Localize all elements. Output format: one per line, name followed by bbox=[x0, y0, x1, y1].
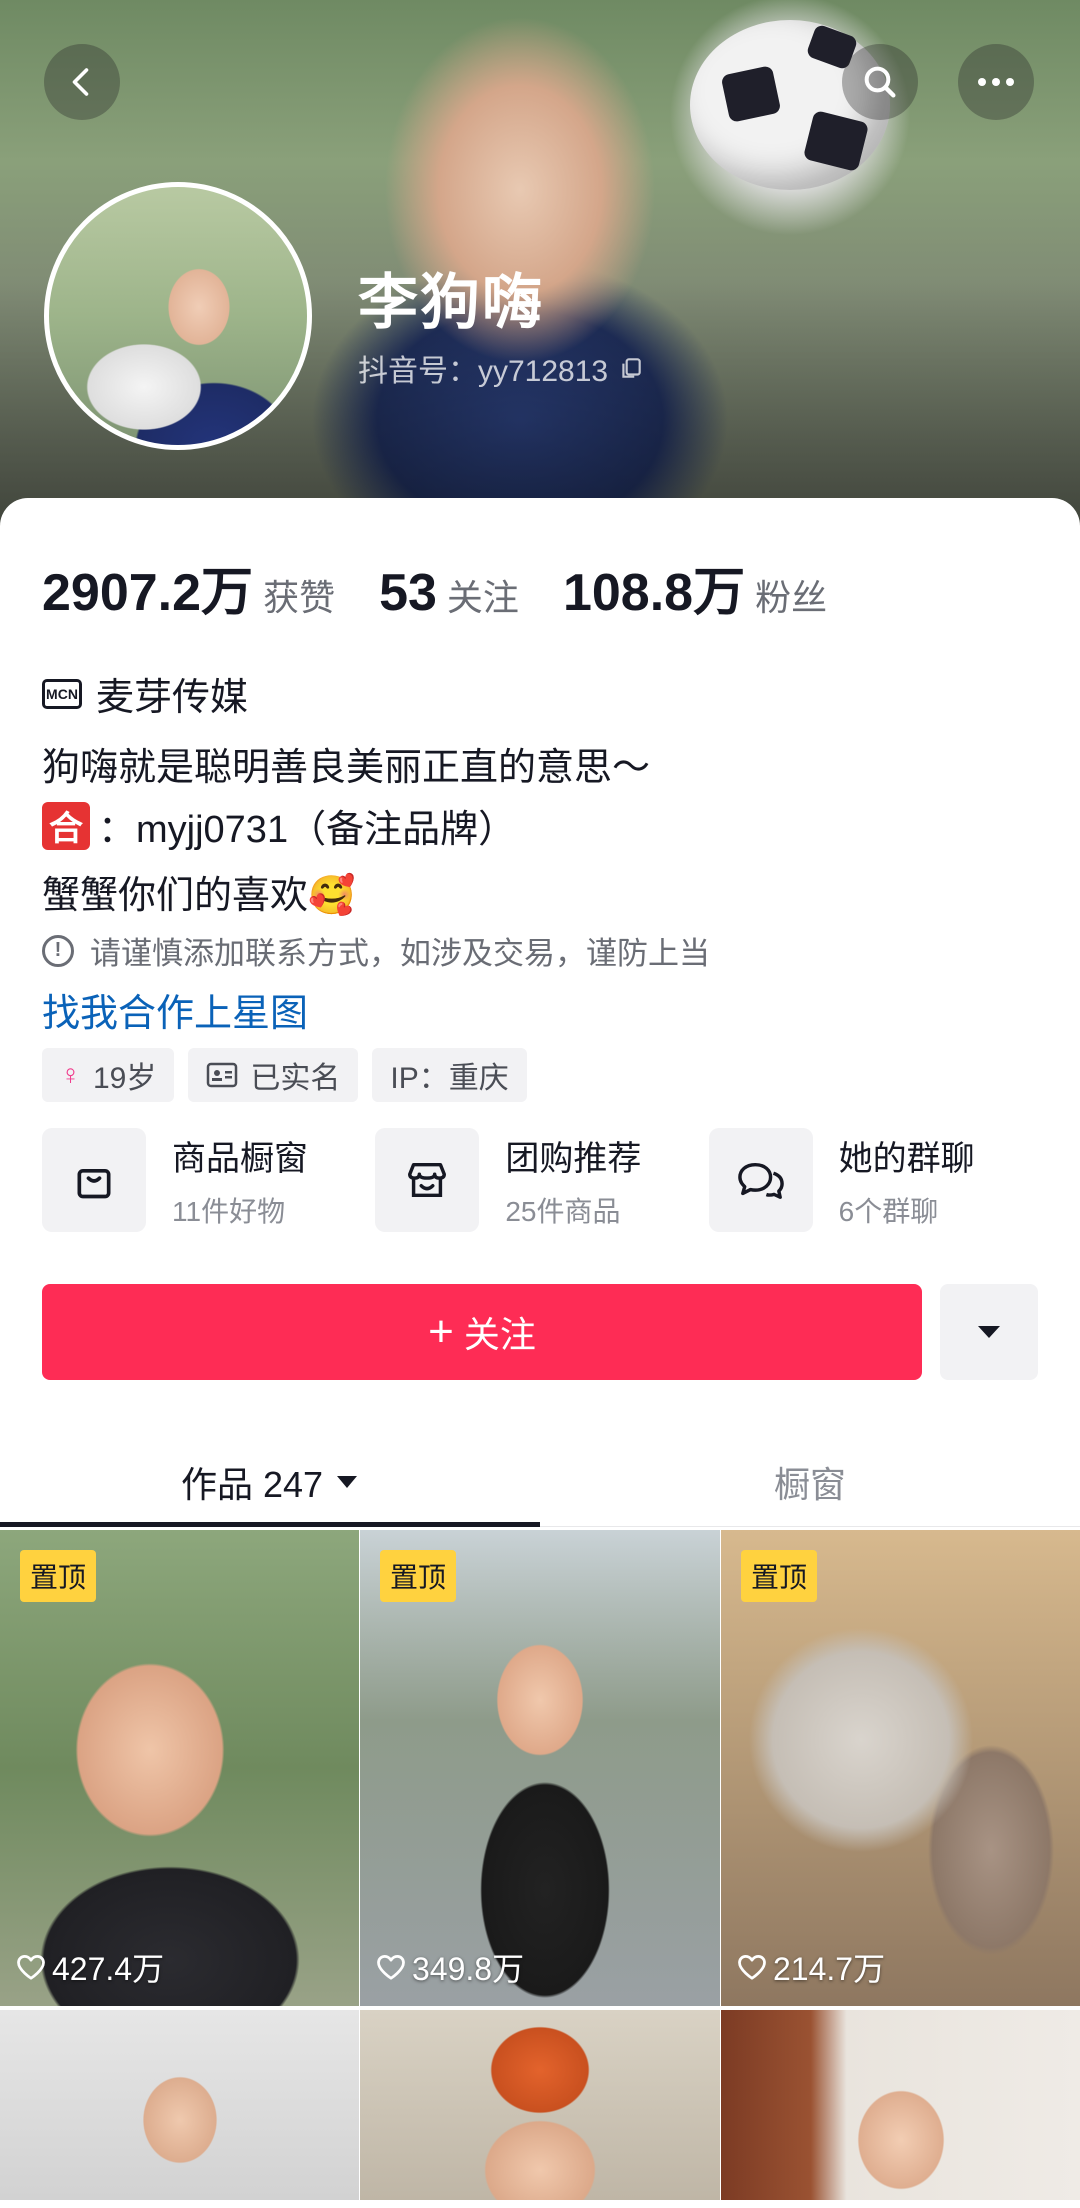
verified-text: 已实名 bbox=[250, 1062, 341, 1095]
mcn-name: 麦芽传媒 bbox=[96, 677, 249, 719]
service-subtitle: 6个群聊 bbox=[838, 1195, 939, 1227]
heart-outline-icon bbox=[377, 1955, 405, 1980]
age-text: 19岁 bbox=[93, 1062, 157, 1095]
video-thumbnail[interactable] bbox=[0, 2010, 359, 2200]
service-entries: 商品橱窗 11件好物 团购推荐 25件商品 她的群聊 6个群聊 bbox=[42, 1128, 1042, 1232]
pinned-badge: 置顶 bbox=[741, 1550, 818, 1602]
stat-label: 获赞 bbox=[263, 577, 336, 618]
ip-location-tag: IP：重庆 bbox=[372, 1048, 527, 1102]
service-title: 商品橱窗 bbox=[172, 1139, 308, 1178]
stat-number: 108.8万 bbox=[562, 564, 746, 622]
stat-following[interactable]: 53 关注 bbox=[379, 563, 519, 623]
profile-info-card: 2907.2万 获赞 53 关注 108.8万 粉丝 MCN 麦芽传媒 狗嗨就是… bbox=[0, 498, 1080, 2208]
like-count-text: 214.7万 bbox=[773, 1951, 886, 1987]
follow-label: 关注 bbox=[463, 1314, 536, 1355]
group-chat-entry[interactable]: 她的群聊 6个群聊 bbox=[708, 1128, 1042, 1232]
heart-outline-icon bbox=[738, 1955, 766, 1980]
bio-line-1: 狗嗨就是聪明善良美丽正直的意思～ bbox=[42, 747, 651, 789]
age-tag: ♀ 19岁 bbox=[42, 1048, 175, 1102]
mcn-icon: MCN bbox=[42, 678, 82, 709]
female-gender-icon: ♀ bbox=[60, 1059, 81, 1090]
account-id[interactable]: 抖音号：yy712813 bbox=[358, 346, 644, 390]
avatar[interactable] bbox=[44, 182, 312, 450]
warning-circle-icon: ! bbox=[42, 934, 74, 967]
mcn-row[interactable]: MCN 麦芽传媒 bbox=[42, 666, 248, 721]
safety-warning: ! 请谨慎添加联系方式，如涉及交易，谨防上当 bbox=[42, 928, 710, 973]
copy-icon[interactable] bbox=[618, 355, 644, 381]
caret-down-icon bbox=[978, 1326, 1000, 1338]
service-subtitle: 25件商品 bbox=[505, 1195, 621, 1227]
service-title: 团购推荐 bbox=[505, 1139, 642, 1178]
stats-row: 2907.2万 获赞 53 关注 108.8万 粉丝 bbox=[42, 550, 871, 625]
stat-followers[interactable]: 108.8万 粉丝 bbox=[563, 550, 827, 625]
chevron-left-icon bbox=[72, 68, 89, 96]
store-icon bbox=[375, 1128, 480, 1232]
video-thumbnail[interactable]: 置顶 427.4万 bbox=[0, 1530, 359, 2006]
video-thumbnail[interactable] bbox=[360, 2010, 720, 2200]
stat-number: 53 bbox=[379, 564, 437, 622]
more-dots-icon bbox=[978, 78, 1014, 86]
like-count: 427.4万 bbox=[16, 1944, 164, 1990]
bio-line-3: 蟹蟹你们的喜欢🥰 bbox=[42, 875, 356, 917]
stat-label: 粉丝 bbox=[755, 577, 828, 618]
video-grid: 置顶 427.4万 置顶 349.8万 置顶 214.7万 bbox=[0, 1530, 1080, 2200]
service-title: 她的群聊 bbox=[838, 1139, 975, 1178]
xingtu-cooperation-link[interactable]: 找我合作上星图 bbox=[42, 982, 308, 1037]
tab-works-label: 作品 247 bbox=[180, 1464, 324, 1505]
heart-outline-icon bbox=[17, 1955, 45, 1980]
tab-works[interactable]: 作品 247 bbox=[0, 1438, 540, 1527]
group-buy-entry[interactable]: 团购推荐 25件商品 bbox=[375, 1128, 708, 1232]
like-count: 349.8万 bbox=[376, 1944, 524, 1990]
profile-name: 李狗嗨 bbox=[358, 269, 544, 336]
like-count-text: 427.4万 bbox=[52, 1951, 165, 1987]
caret-down-icon bbox=[337, 1476, 358, 1488]
like-count-text: 349.8万 bbox=[412, 1951, 525, 1987]
shop-window-entry[interactable]: 商品橱窗 11件好物 bbox=[42, 1128, 375, 1232]
back-button[interactable] bbox=[44, 44, 120, 120]
follow-button[interactable]: + 关注 bbox=[42, 1284, 922, 1380]
tab-shop-window-label: 橱窗 bbox=[773, 1464, 846, 1505]
search-icon bbox=[864, 66, 896, 98]
chat-bubbles-icon bbox=[708, 1128, 813, 1232]
profile-tags: ♀ 19岁 已实名 IP：重庆 bbox=[42, 1048, 527, 1102]
id-card-icon bbox=[207, 1062, 238, 1088]
shopping-bag-icon bbox=[42, 1128, 146, 1232]
tab-shop-window[interactable]: 橱窗 bbox=[540, 1438, 1080, 1526]
stat-number: 2907.2万 bbox=[42, 564, 254, 622]
content-tabs: 作品 247 橱窗 bbox=[0, 1438, 1080, 1527]
pinned-badge: 置顶 bbox=[20, 1550, 97, 1602]
more-options-button[interactable] bbox=[958, 44, 1034, 120]
service-subtitle: 11件好物 bbox=[172, 1195, 286, 1227]
like-count: 214.7万 bbox=[737, 1944, 885, 1990]
video-thumbnail[interactable] bbox=[721, 2010, 1080, 2200]
recommend-dropdown-button[interactable] bbox=[940, 1284, 1038, 1380]
stat-likes[interactable]: 2907.2万 获赞 bbox=[42, 550, 335, 625]
ip-text: IP：重庆 bbox=[390, 1062, 509, 1095]
search-button[interactable] bbox=[842, 44, 918, 120]
bio-contact-text: ：myjj0731（备注品牌） bbox=[98, 809, 517, 851]
warning-text: 请谨慎添加联系方式，如涉及交易，谨防上当 bbox=[90, 936, 710, 971]
bio-line-2: 合 ：myjj0731（备注品牌） bbox=[42, 798, 516, 853]
pinned-badge: 置顶 bbox=[380, 1550, 457, 1602]
verified-tag[interactable]: 已实名 bbox=[188, 1048, 359, 1102]
video-thumbnail[interactable]: 置顶 214.7万 bbox=[721, 1530, 1080, 2006]
cooperation-badge-icon: 合 bbox=[42, 801, 90, 850]
plus-icon: + bbox=[428, 1307, 454, 1356]
profile-screen: 李狗嗨 抖音号：yy712813 2907.2万 获赞 53 关注 108.8万… bbox=[0, 0, 1080, 2208]
account-id-text: 抖音号：yy712813 bbox=[358, 355, 609, 388]
stat-label: 关注 bbox=[446, 577, 519, 618]
video-thumbnail[interactable]: 置顶 349.8万 bbox=[360, 1530, 720, 2006]
